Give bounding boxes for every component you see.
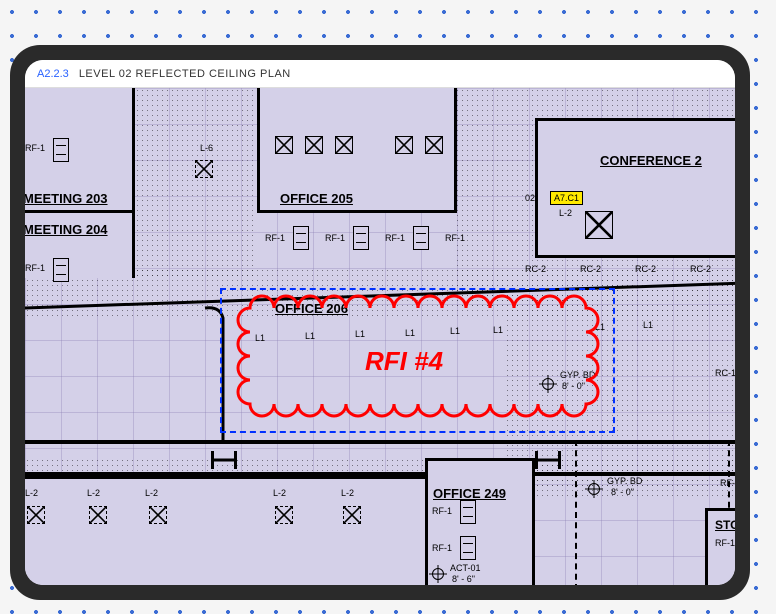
- fixture-label: RF-1: [265, 233, 285, 243]
- light-fixture-icon: [27, 506, 45, 524]
- fixture-label: L-6: [200, 143, 213, 153]
- tablet-screen: A2.2.3 LEVEL 02 REFLECTED CEILING PLAN M…: [25, 60, 735, 585]
- fixture-label: RF-1: [25, 143, 45, 153]
- light-fixture-icon: [275, 136, 293, 154]
- ceiling-device-icon: [460, 500, 476, 524]
- fixture-label: L-2: [341, 488, 354, 498]
- fixture-label: L-2: [87, 488, 100, 498]
- ceiling-type-label: ACT-01: [450, 563, 481, 573]
- room-label: MEETING 203: [25, 191, 108, 206]
- tablet-frame: A2.2.3 LEVEL 02 REFLECTED CEILING PLAN M…: [10, 45, 750, 600]
- light-fixture-icon: [149, 506, 167, 524]
- document-number[interactable]: A2.2.3: [37, 68, 69, 80]
- fixture-label: RC-2: [580, 264, 601, 274]
- fixture-label: RC-2: [690, 264, 711, 274]
- ceiling-device-icon: [53, 258, 69, 282]
- fixture-label: 02: [525, 193, 535, 203]
- fixture-label: RF-1: [715, 538, 735, 548]
- ceiling-type-label: GYP. BD: [607, 476, 642, 486]
- light-fixture-icon: [275, 506, 293, 524]
- fixture-label: RC-2: [525, 264, 546, 274]
- light-fixture-icon: [585, 211, 613, 239]
- room-label: MEETING 204: [25, 222, 108, 237]
- fixture-label: L1: [643, 320, 653, 330]
- fixture-label: L-2: [25, 488, 38, 498]
- fixture-label: RF-1: [445, 233, 465, 243]
- fixture-label: L-2: [559, 208, 572, 218]
- room-conference: [535, 118, 735, 258]
- target-marker-icon: [432, 568, 444, 580]
- room-label: OFFICE 205: [280, 191, 353, 206]
- ceiling-device-icon: [293, 226, 309, 250]
- room-label: STORAG: [715, 518, 735, 532]
- room-label: CONFERENCE 2: [600, 153, 702, 168]
- light-fixture-icon: [343, 506, 361, 524]
- ceiling-zone: [135, 88, 255, 278]
- light-fixture-icon: [425, 136, 443, 154]
- fixture-label: RF-1: [325, 233, 345, 243]
- fixture-label: RF-1: [432, 506, 452, 516]
- ceiling-device-icon: [413, 226, 429, 250]
- highlight-tag[interactable]: A7.C1: [550, 191, 583, 205]
- fixture-label: RF-1: [385, 233, 405, 243]
- room-label: OFFICE 249: [433, 486, 506, 501]
- dimension-label: 8' - 0": [611, 487, 634, 497]
- dimension-label: 8' - 6": [452, 574, 475, 584]
- light-fixture-icon: [89, 506, 107, 524]
- target-marker-icon: [588, 483, 600, 495]
- fixture-label: L-2: [145, 488, 158, 498]
- column-grid-marker: [211, 451, 237, 469]
- column-grid-marker: [535, 451, 561, 469]
- floorplan-viewport[interactable]: MEETING 203 RF-1 MEETING 204 RF-1 L-6 OF…: [25, 88, 735, 585]
- title-bar: A2.2.3 LEVEL 02 REFLECTED CEILING PLAN: [25, 60, 735, 88]
- light-fixture-icon: [335, 136, 353, 154]
- ceiling-device-icon: [53, 138, 69, 162]
- fixture-label: RF-1: [25, 263, 45, 273]
- light-fixture-icon: [395, 136, 413, 154]
- annotation-text[interactable]: RFI #4: [365, 346, 443, 377]
- fixture-label: L-2: [273, 488, 286, 498]
- fixture-label: RF-1: [432, 543, 452, 553]
- light-fixture-icon: [305, 136, 323, 154]
- fixture-label: RC-2: [635, 264, 656, 274]
- fixture-label: RC-1: [715, 368, 735, 378]
- ceiling-device-icon: [460, 536, 476, 560]
- light-fixture-icon: [195, 160, 213, 178]
- document-title: LEVEL 02 REFLECTED CEILING PLAN: [79, 68, 291, 80]
- ceiling-device-icon: [353, 226, 369, 250]
